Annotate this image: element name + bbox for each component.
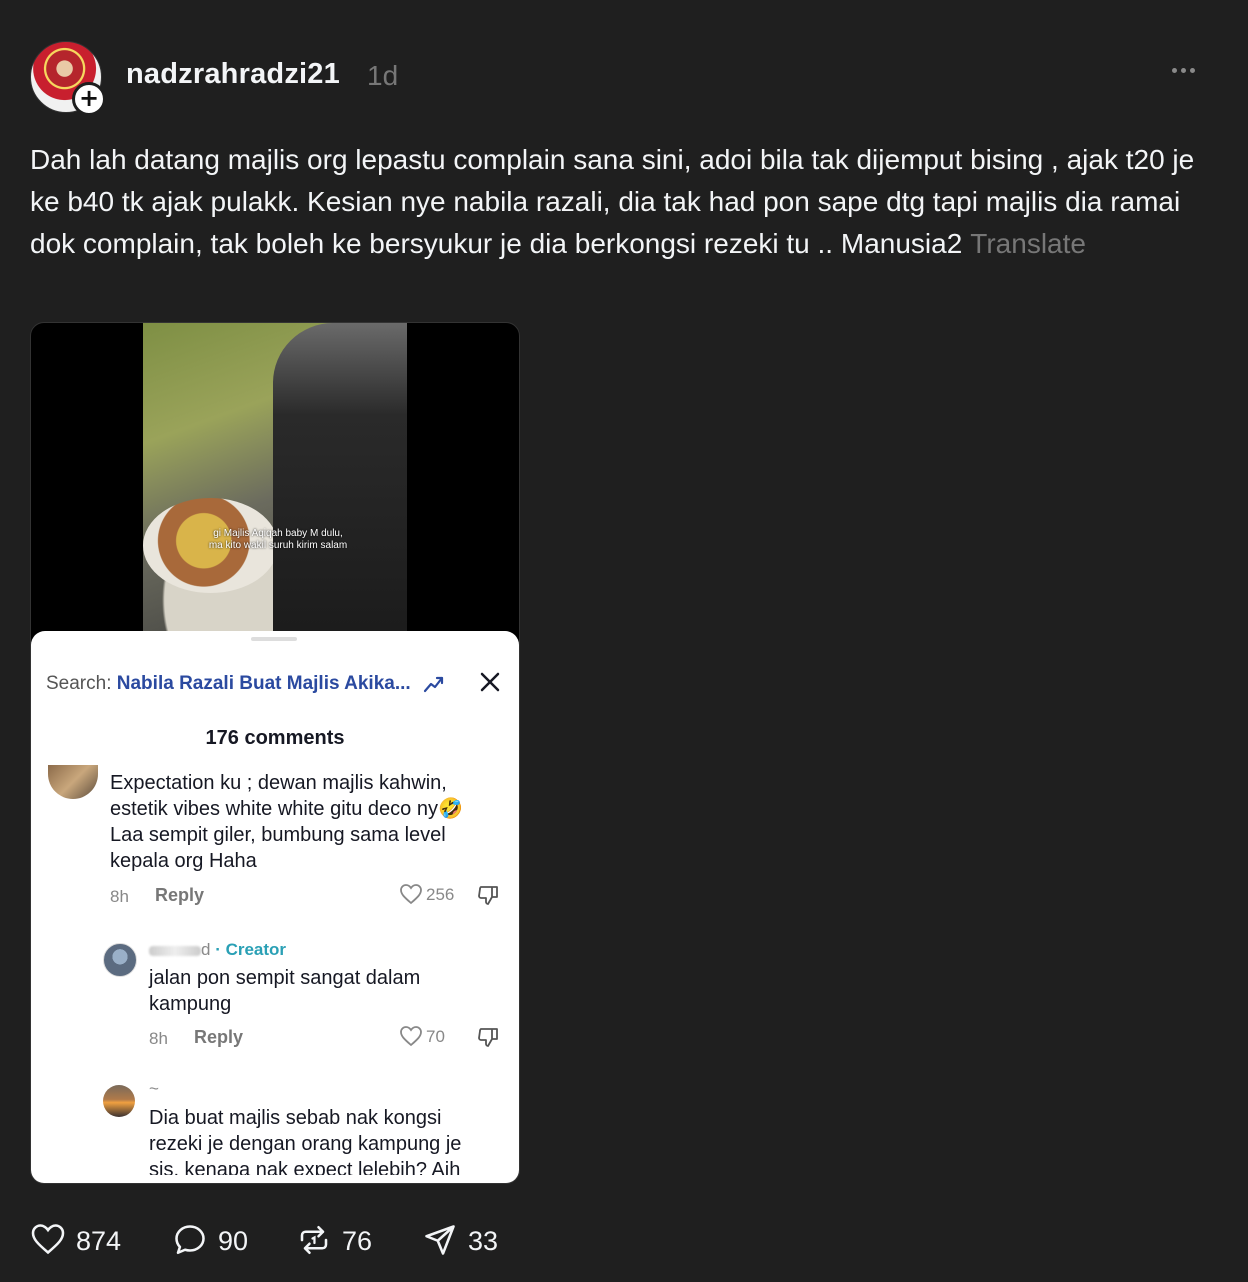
- like-count: 256: [426, 885, 455, 904]
- comment-like-button[interactable]: 256: [399, 883, 454, 905]
- translate-link[interactable]: Translate: [970, 228, 1086, 259]
- reply-button[interactable]: Reply: [194, 1027, 243, 1048]
- comment-line: kepala org Haha: [110, 850, 257, 872]
- author-name-suffix: d: [201, 940, 211, 959]
- comment-time: 8h: [149, 1029, 168, 1048]
- video-caption: gi Majlis Aqiqah baby M dulu, ma kito wa…: [193, 528, 363, 552]
- follow-plus-icon[interactable]: +: [72, 82, 106, 116]
- video-thumbnail[interactable]: gi Majlis Aqiqah baby M dulu, ma kito wa…: [143, 323, 407, 631]
- comment-author[interactable]: d · Creator: [149, 940, 286, 960]
- like-count: 70: [426, 1027, 445, 1046]
- commenter-avatar[interactable]: [103, 1085, 135, 1117]
- post-timestamp: 1d: [367, 60, 399, 91]
- search-suggestion[interactable]: Search: Nabila Razali Buat Majlis Akika.…: [46, 673, 411, 695]
- reply-button[interactable]: Reply: [155, 885, 204, 906]
- comment-line: kampung: [149, 993, 232, 1015]
- commenter-avatar[interactable]: [48, 765, 98, 799]
- comment-author[interactable]: ~: [149, 1079, 159, 1099]
- comment-bubble-icon: [175, 1225, 205, 1255]
- comment-text: Expectation ku ; dewan majlis kahwin, es…: [110, 770, 510, 874]
- author-avatar[interactable]: +: [30, 41, 106, 116]
- comment-count: 90: [218, 1226, 249, 1256]
- comment-time: 8h: [110, 887, 129, 906]
- video-caption-line: gi Majlis Aqiqah baby M dulu,: [213, 528, 343, 539]
- more-options-icon[interactable]: [1172, 60, 1212, 90]
- trending-icon: [423, 676, 444, 693]
- search-prefix: Search:: [46, 673, 112, 694]
- comment-line: jalan pon sempit sangat dalam: [149, 967, 421, 989]
- comments-sheet: Search: Nabila Razali Buat Majlis Akika.…: [31, 631, 519, 1183]
- comment-text: Dia buat majlis sebab nak kongsi rezeki …: [149, 1105, 509, 1175]
- blurred-username: [149, 945, 201, 956]
- comment-like-button[interactable]: 70: [399, 1025, 445, 1047]
- post-body: Dah lah datang majlis org lepastu compla…: [30, 139, 1220, 265]
- dislike-icon[interactable]: [477, 1025, 501, 1049]
- comment-line: Expectation ku ; dewan majlis kahwin,: [110, 772, 447, 794]
- thread-post: + nadzrahradzi21 1d Dah lah datang majli…: [0, 0, 1248, 1282]
- post-media-card[interactable]: gi Majlis Aqiqah baby M dulu, ma kito wa…: [30, 322, 520, 1184]
- comment-line: rezeki je dengan orang kampung je: [149, 1133, 462, 1155]
- like-count: 874: [76, 1226, 122, 1256]
- username[interactable]: nadzrahradzi21: [126, 58, 340, 91]
- send-icon: [425, 1225, 455, 1255]
- comment-line: sis, kenapa nak expect lelebih? Aih: [149, 1159, 461, 1175]
- sheet-drag-handle[interactable]: [251, 637, 297, 641]
- person-image: [273, 323, 407, 631]
- creator-badge: · Creator: [215, 940, 287, 959]
- share-count: 33: [468, 1226, 499, 1256]
- dislike-icon[interactable]: [477, 883, 501, 907]
- comment-line: Dia buat majlis sebab nak kongsi: [149, 1107, 442, 1129]
- comment-text: jalan pon sempit sangat dalam kampung: [149, 965, 489, 1017]
- heart-icon: [31, 1224, 65, 1255]
- close-icon[interactable]: [477, 669, 503, 695]
- comment-line: Laa sempit giler, bumbung sama level: [110, 824, 446, 846]
- repost-icon: [300, 1225, 328, 1255]
- video-caption-line: ma kito wakil suruh kirim salam: [208, 540, 348, 551]
- heart-outline-icon: [400, 884, 422, 905]
- heart-outline-icon: [400, 1026, 422, 1047]
- repost-count: 76: [342, 1226, 373, 1256]
- comment-line: estetik vibes white white gitu deco ny🤣: [110, 798, 463, 820]
- comments-count: 176 comments: [205, 727, 345, 749]
- creator-avatar[interactable]: [103, 943, 137, 977]
- search-query[interactable]: Nabila Razali Buat Majlis Akika...: [117, 673, 411, 694]
